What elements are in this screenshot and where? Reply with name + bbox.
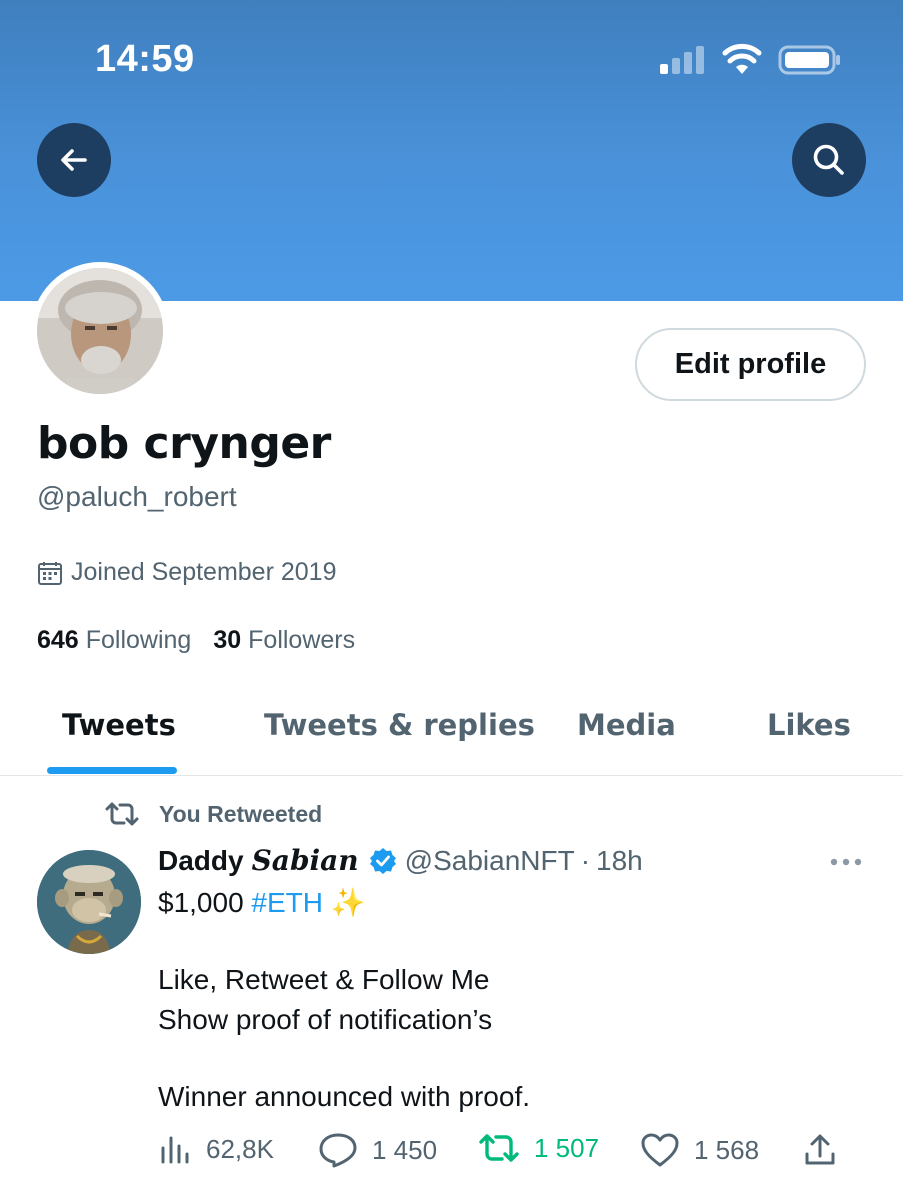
views-count: 62,8K: [206, 1133, 274, 1164]
search-button[interactable]: [792, 123, 866, 197]
avatar-photo: [37, 268, 163, 394]
tweet-text-line-3: Show proof of notification’s: [158, 1004, 493, 1035]
search-icon: [813, 144, 844, 175]
verified-badge-icon: [369, 847, 396, 874]
retweet-button[interactable]: 1 507: [478, 1132, 599, 1164]
joined-text: Joined September 2019: [71, 558, 337, 586]
ape-avatar-image: [37, 850, 141, 954]
tweet-prize-text: $1,000: [158, 887, 252, 918]
tweet-author-avatar[interactable]: [37, 850, 141, 954]
follow-stats: 646 Following 30 Followers: [37, 626, 377, 655]
tweet-header: Daddy Sabian @SabianNFT · 18h: [158, 844, 643, 877]
profile-handle: @paluch_robert: [37, 481, 237, 512]
reply-icon: [319, 1133, 357, 1168]
calendar-icon: [38, 561, 62, 585]
retweet-context-text: You Retweeted: [159, 800, 323, 827]
tweet-text-line-1: $1,000 #ETH ✨: [158, 886, 366, 919]
following-count: 646: [37, 626, 79, 654]
back-button[interactable]: [37, 123, 111, 197]
like-count: 1 568: [694, 1134, 760, 1165]
retweet-action-icon: [479, 1134, 519, 1162]
retweet-icon: [105, 802, 139, 826]
like-button[interactable]: 1 568: [640, 1132, 759, 1168]
tab-tweets-replies[interactable]: Tweets & replies: [264, 708, 535, 742]
retweet-count: 1 507: [534, 1132, 600, 1163]
share-icon: [805, 1134, 835, 1165]
followers-link[interactable]: 30 Followers: [213, 626, 355, 655]
reply-count: 1 450: [372, 1134, 438, 1165]
arrow-left-icon: [61, 149, 87, 171]
analytics-icon: [161, 1136, 189, 1164]
tweet-time[interactable]: 18h: [596, 845, 643, 877]
retweet-context[interactable]: You Retweeted: [105, 800, 322, 828]
followers-count: 30: [213, 626, 242, 654]
tweet-text-line-4: Winner announced with proof.: [158, 1081, 530, 1112]
views-button[interactable]: 62,8K: [158, 1132, 274, 1166]
header-separator: ·: [580, 844, 591, 876]
heart-icon: [641, 1133, 679, 1167]
status-time: 14:59: [95, 38, 195, 80]
sparkles-emoji: ✨: [330, 887, 366, 918]
wifi-icon: [722, 43, 762, 74]
tab-media[interactable]: Media: [577, 708, 676, 742]
tweet-text-line-2: Like, Retweet & Follow Me: [158, 964, 490, 995]
tweet-author-name[interactable]: Daddy: [158, 845, 244, 877]
profile-avatar[interactable]: [31, 262, 169, 400]
hashtag-link[interactable]: #ETH: [251, 887, 323, 918]
more-options-icon[interactable]: [828, 852, 864, 872]
joined-date: Joined September 2019: [37, 558, 336, 587]
profile-name: bob crynger: [37, 418, 331, 469]
following-link[interactable]: 646 Following: [37, 626, 191, 655]
tab-likes[interactable]: Likes: [767, 708, 851, 742]
following-label: Following: [85, 626, 192, 654]
battery-icon: [778, 45, 840, 75]
tab-tweets[interactable]: Tweets: [62, 708, 176, 742]
reply-button[interactable]: 1 450: [318, 1132, 437, 1168]
edit-profile-button[interactable]: Edit profile: [635, 328, 866, 401]
tweet-author-handle[interactable]: @SabianNFT: [405, 845, 575, 877]
profile-tabs: Tweets Tweets & replies Media Likes: [0, 688, 903, 776]
active-tab-indicator: [47, 767, 177, 774]
tweet-author-name-styled[interactable]: Sabian: [252, 844, 359, 877]
followers-label: Followers: [248, 626, 356, 654]
share-button[interactable]: [802, 1132, 852, 1168]
tweet-actions: 62,8K 1 450 1 507 1 568: [158, 1132, 848, 1176]
cellular-signal-icon: [660, 46, 706, 74]
